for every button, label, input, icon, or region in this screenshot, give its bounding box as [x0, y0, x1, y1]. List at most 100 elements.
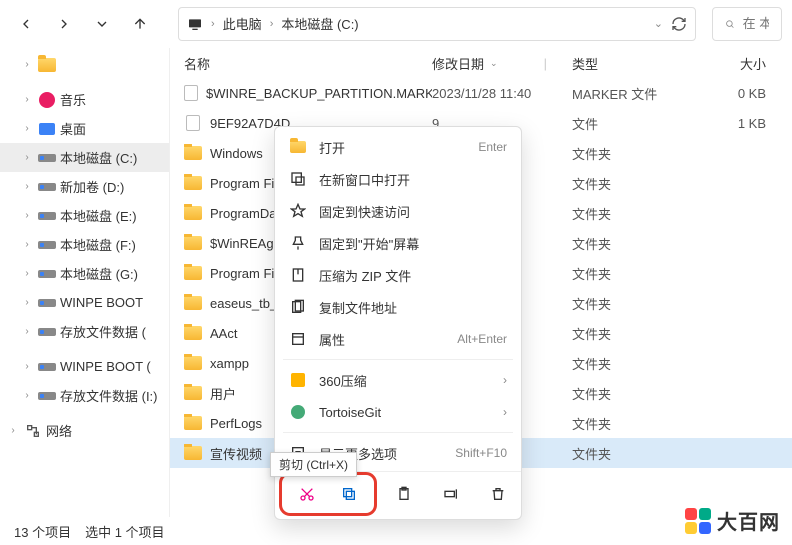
- tree-item[interactable]: ›存放文件数据 (: [0, 317, 169, 346]
- status-count: 13 个项目: [14, 522, 71, 541]
- copy-button[interactable]: [334, 479, 364, 509]
- pc-icon: [187, 16, 203, 32]
- menu-item[interactable]: 固定到快速访问: [275, 195, 521, 227]
- file-type: MARKER 文件: [572, 84, 702, 103]
- disk-icon: [38, 294, 56, 312]
- refresh-icon[interactable]: [671, 16, 687, 32]
- tree-item[interactable]: › 本地磁盘 (F:): [0, 230, 169, 259]
- tree-item-label: 本地磁盘 (E:): [60, 206, 137, 225]
- tree-item[interactable]: ›WINPE BOOT: [0, 288, 169, 317]
- address-bar[interactable]: › 此电脑 › 本地磁盘 (C:) ⌄: [178, 7, 696, 41]
- arrow-up-icon: [132, 16, 148, 32]
- expand-icon[interactable]: ›: [20, 239, 34, 250]
- menu-item[interactable]: TortoiseGit ›: [275, 396, 521, 428]
- column-headers: 名称 修改日期⌄| 类型 大小: [170, 48, 792, 78]
- tree-item[interactable]: › 音乐: [0, 85, 169, 114]
- expand-icon[interactable]: ›: [20, 123, 34, 134]
- search-box[interactable]: [712, 7, 782, 41]
- tree-item[interactable]: ›WINPE BOOT (: [0, 352, 169, 381]
- expand-icon[interactable]: ›: [20, 297, 34, 308]
- forward-button[interactable]: [48, 8, 80, 40]
- search-input[interactable]: [743, 16, 769, 31]
- newwin-icon: [289, 170, 307, 188]
- expand-icon[interactable]: ›: [6, 425, 20, 436]
- watermark-text: 大百网: [717, 506, 780, 535]
- file-type: 文件夹: [572, 444, 702, 463]
- rename-button[interactable]: [436, 479, 466, 509]
- expand-icon[interactable]: ›: [20, 181, 34, 192]
- cut-highlight: [284, 477, 372, 511]
- tree-item[interactable]: ›: [0, 50, 169, 79]
- menu-item[interactable]: 360压缩›: [275, 364, 521, 396]
- menu-item[interactable]: 属性Alt+Enter: [275, 323, 521, 355]
- tree-item[interactable]: › 本地磁盘 (E:): [0, 201, 169, 230]
- file-type: 文件夹: [572, 234, 702, 253]
- submenu-icon: ›: [503, 405, 507, 419]
- cut-button[interactable]: [292, 479, 322, 509]
- menu-item[interactable]: 压缩为 ZIP 文件: [275, 259, 521, 291]
- file-type: 文件: [572, 114, 702, 133]
- menu-item[interactable]: 复制文件地址: [275, 291, 521, 323]
- paste-icon: [396, 486, 412, 502]
- header-size[interactable]: 大小: [702, 54, 782, 73]
- props-icon: [289, 330, 307, 348]
- desktop-icon: [38, 120, 56, 138]
- expand-icon[interactable]: ›: [20, 390, 34, 401]
- crumb-pc[interactable]: 此电脑: [223, 14, 262, 33]
- tree-item[interactable]: ›本地磁盘 (G:): [0, 259, 169, 288]
- expand-icon[interactable]: ›: [20, 152, 34, 163]
- header-name[interactable]: 名称: [184, 54, 432, 73]
- nav-tree: ››音乐›桌面›本地磁盘 (C:)›新加卷 (D:)›本地磁盘 (E:)›本地磁…: [0, 48, 170, 517]
- file-icon: [184, 114, 202, 132]
- expand-icon[interactable]: ›: [20, 210, 34, 221]
- menu-item-label: 属性: [319, 330, 445, 349]
- tree-item[interactable]: ›桌面: [0, 114, 169, 143]
- chevron-down-icon: [94, 16, 110, 32]
- folder-icon: [184, 204, 202, 222]
- menu-item[interactable]: 在新窗口中打开: [275, 163, 521, 195]
- delete-button[interactable]: [483, 479, 513, 509]
- watermark-logo-icon: [685, 508, 711, 534]
- arrow-left-icon: [18, 16, 34, 32]
- tree-item-label: 存放文件数据 (I:): [60, 386, 158, 405]
- tree-item-label: 本地磁盘 (F:): [60, 235, 136, 254]
- tree-item-label: 网络: [46, 421, 72, 440]
- recent-button[interactable]: [86, 8, 118, 40]
- expand-icon[interactable]: ›: [20, 94, 34, 105]
- toolbar: › 此电脑 › 本地磁盘 (C:) ⌄: [0, 0, 792, 48]
- menu-item-label: 压缩为 ZIP 文件: [319, 266, 495, 285]
- disk-icon: [38, 178, 56, 196]
- file-date: 2023/11/28 11:40: [432, 86, 572, 101]
- file-type: 文件夹: [572, 264, 702, 283]
- file-row[interactable]: $WINRE_BACKUP_PARTITION.MARKER2023/11/28…: [170, 78, 792, 108]
- up-button[interactable]: [124, 8, 156, 40]
- paste-button[interactable]: [389, 479, 419, 509]
- tree-item[interactable]: ›新加卷 (D:): [0, 172, 169, 201]
- search-icon: [725, 16, 735, 32]
- header-type[interactable]: 类型: [572, 54, 702, 73]
- tree-item-label: 音乐: [60, 90, 86, 109]
- crumb-sep-icon: ›: [270, 18, 274, 30]
- expand-icon[interactable]: ›: [20, 59, 34, 70]
- expand-icon[interactable]: ›: [20, 268, 34, 279]
- pin-icon: [289, 202, 307, 220]
- tree-item[interactable]: › 存放文件数据 (I:): [0, 381, 169, 410]
- menu-item-label: TortoiseGit: [319, 405, 491, 420]
- folder-icon: [184, 264, 202, 282]
- menu-item[interactable]: 打开Enter: [275, 131, 521, 163]
- tree-item[interactable]: ›本地磁盘 (C:): [0, 143, 169, 172]
- expand-icon[interactable]: ›: [20, 326, 34, 337]
- tree-item[interactable]: › 网络: [0, 416, 169, 445]
- chevron-down-icon[interactable]: ⌄: [654, 17, 663, 30]
- crumb-drive[interactable]: 本地磁盘 (C:): [281, 14, 358, 33]
- file-type: 文件夹: [572, 324, 702, 343]
- trash-icon: [490, 486, 506, 502]
- back-button[interactable]: [10, 8, 42, 40]
- file-icon: [184, 84, 198, 102]
- expand-icon[interactable]: ›: [20, 361, 34, 372]
- rename-icon: [443, 486, 459, 502]
- header-date[interactable]: 修改日期⌄|: [432, 54, 572, 73]
- file-size: 1 KB: [702, 116, 782, 131]
- menu-item[interactable]: 固定到"开始"屏幕: [275, 227, 521, 259]
- folder-icon: [184, 174, 202, 192]
